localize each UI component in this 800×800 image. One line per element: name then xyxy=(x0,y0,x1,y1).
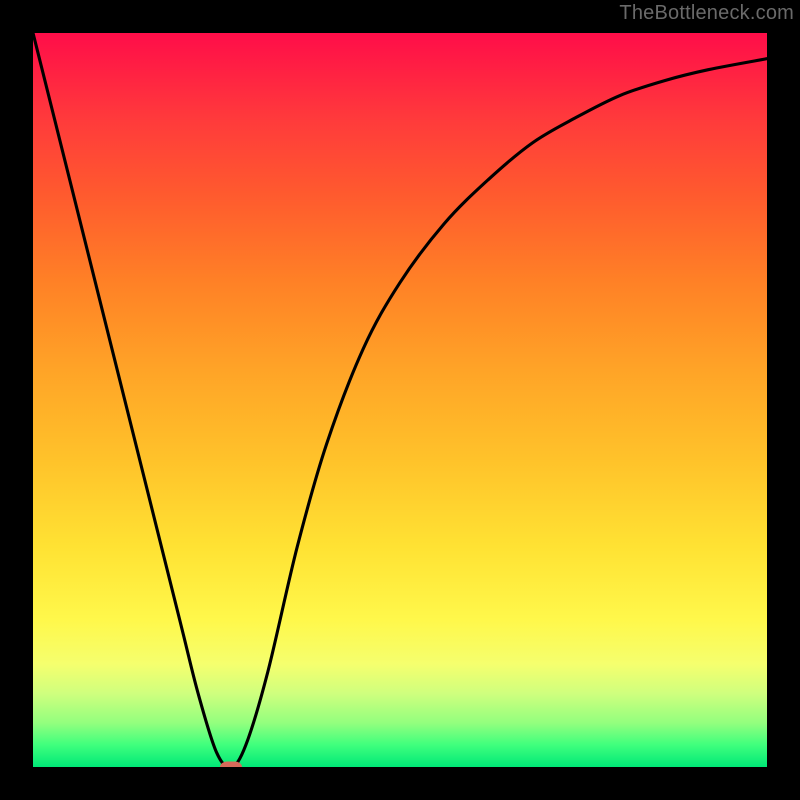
watermark-text: TheBottleneck.com xyxy=(619,2,794,25)
minimum-marker xyxy=(220,762,242,768)
chart-frame: TheBottleneck.com xyxy=(0,0,800,800)
plot-area xyxy=(33,33,767,767)
bottleneck-curve-path xyxy=(33,33,767,767)
curve-svg xyxy=(33,33,767,767)
